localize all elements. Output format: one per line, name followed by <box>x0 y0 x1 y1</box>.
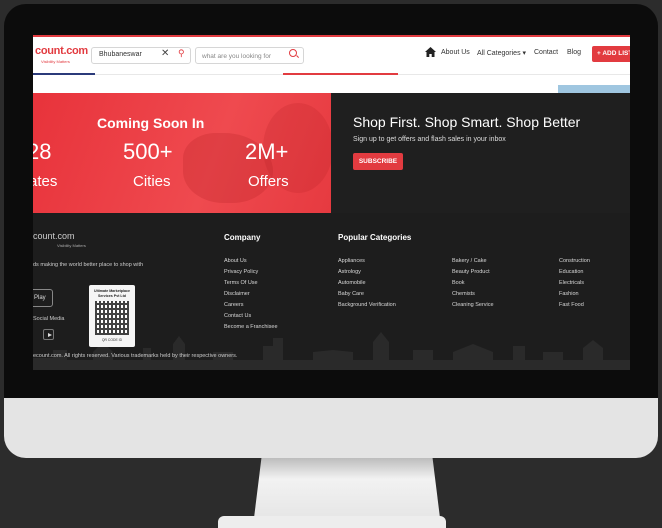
category-link[interactable]: Automobile <box>338 280 396 291</box>
clear-location-icon[interactable]: ✕ <box>161 48 169 59</box>
qr-company-name: Ultimate Marketplace Services Pvt Ltd <box>94 289 130 298</box>
categories-column-2: Bakery / Cake Beauty Product Book Chemis… <box>452 258 494 313</box>
nav-about-us[interactable]: About Us <box>441 49 470 56</box>
footer-link-franchisee[interactable]: Become a Franchisee <box>224 324 278 335</box>
location-value: Bhubaneswar <box>99 51 142 58</box>
company-links: About Us Privacy Policy Terms Of Use Dis… <box>224 258 278 335</box>
site-header: count.com Visibility Matters Bhubaneswar… <box>33 35 630 75</box>
category-link[interactable]: Baby Care <box>338 291 396 302</box>
copyright-text: ecount.com. All rights reserved. Various… <box>33 353 238 359</box>
search-input[interactable] <box>202 50 286 62</box>
stat-states-number: 28 <box>33 139 52 164</box>
nav-blog[interactable]: Blog <box>567 49 581 56</box>
stat-cities-label: Cities <box>133 173 171 190</box>
qr-code-icon <box>95 301 129 335</box>
category-link[interactable]: Book <box>452 280 494 291</box>
location-field[interactable]: Bhubaneswar <box>91 47 191 64</box>
newsletter-subtitle: Sign up to get offers and flash sales in… <box>353 136 506 143</box>
logo-tagline: Visibility Matters <box>41 59 70 64</box>
newsletter-heading: Shop First. Shop Smart. Shop Better <box>353 114 581 130</box>
category-link[interactable]: Appliances <box>338 258 396 269</box>
search-icon[interactable] <box>289 49 297 57</box>
nav-all-categories[interactable]: All Categories ▾ <box>477 49 526 57</box>
qr-code-caption: QR CODE ID <box>101 338 123 342</box>
side-tab <box>558 85 630 93</box>
popular-categories-heading: Popular Categories <box>338 233 412 242</box>
location-pin-icon[interactable]: ⚲ <box>178 48 185 59</box>
site-footer: count.com Visibility Matters ds making t… <box>33 213 630 370</box>
social-media-label: Social Media <box>33 316 65 322</box>
monitor-stand-neck <box>254 458 440 518</box>
category-link[interactable]: Education <box>559 269 590 280</box>
monitor-stand-foot <box>218 516 446 528</box>
header-accent-line <box>33 35 630 37</box>
monitor-chin <box>4 398 658 458</box>
category-link[interactable]: Electricals <box>559 280 590 291</box>
categories-column-3: Construction Education Electricals Fashi… <box>559 258 590 313</box>
subscribe-button[interactable]: SUBSCRIBE <box>353 153 403 170</box>
site-logo[interactable]: count.com <box>35 45 88 57</box>
category-link[interactable]: Construction <box>559 258 590 269</box>
footer-link-contact-us[interactable]: Contact Us <box>224 313 278 324</box>
footer-link-careers[interactable]: Careers <box>224 302 278 313</box>
coming-soon-banner: Coming Soon In 28 ates 500+ Cities 2M+ O… <box>33 93 331 213</box>
youtube-icon[interactable] <box>43 329 54 340</box>
monitor-mockup: count.com Visibility Matters Bhubaneswar… <box>0 0 662 528</box>
category-link[interactable]: Astrology <box>338 269 396 280</box>
nav-contact[interactable]: Contact <box>534 49 558 56</box>
stat-offers-number: 2M+ <box>245 139 289 164</box>
company-heading: Company <box>224 233 261 242</box>
spacer <box>33 75 630 93</box>
google-play-button[interactable]: Play <box>33 289 53 307</box>
footer-mission-text: ds making the world better place to shop… <box>33 262 144 268</box>
coming-soon-heading: Coming Soon In <box>97 115 205 131</box>
stat-offers-label: Offers <box>248 173 289 190</box>
search-box[interactable] <box>195 47 304 64</box>
category-link[interactable]: Beauty Product <box>452 269 494 280</box>
category-link[interactable]: Fast Food <box>559 302 590 313</box>
category-link[interactable]: Fashion <box>559 291 590 302</box>
categories-column-1: Appliances Astrology Automobile Baby Car… <box>338 258 396 313</box>
add-listing-button[interactable]: + ADD LIST <box>592 46 630 62</box>
screen: count.com Visibility Matters Bhubaneswar… <box>33 35 630 370</box>
category-link[interactable]: Cleaning Service <box>452 302 494 313</box>
footer-link-disclaimer[interactable]: Disclaimer <box>224 291 278 302</box>
stat-cities-number: 500+ <box>123 139 173 164</box>
footer-logo[interactable]: count.com <box>33 231 75 241</box>
category-link[interactable]: Background Verification <box>338 302 396 313</box>
footer-link-about-us[interactable]: About Us <box>224 258 278 269</box>
footer-link-privacy-policy[interactable]: Privacy Policy <box>224 269 278 280</box>
footer-link-terms[interactable]: Terms Of Use <box>224 280 278 291</box>
home-icon[interactable] <box>425 47 436 57</box>
newsletter-banner: Shop First. Shop Smart. Shop Better Sign… <box>331 93 630 213</box>
footer-logo-tagline: Visibility Matters <box>57 243 86 248</box>
qr-code-card: Ultimate Marketplace Services Pvt Ltd QR… <box>89 285 135 347</box>
category-link[interactable]: Bakery / Cake <box>452 258 494 269</box>
category-link[interactable]: Chemists <box>452 291 494 302</box>
stat-states-label: ates <box>33 173 58 190</box>
